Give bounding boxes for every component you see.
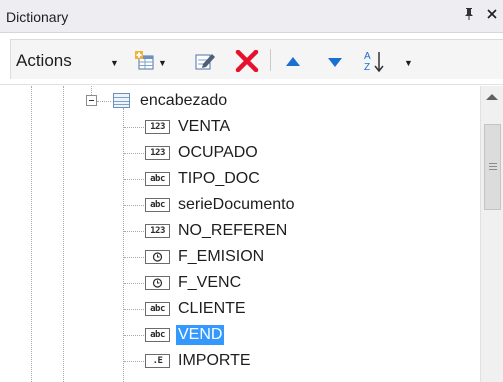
tree-guide-line xyxy=(124,179,144,180)
dictionary-panel: Dictionary Actions ▼ ▼ A Z ▼ encabezado … xyxy=(0,0,503,382)
field-label[interactable]: IMPORTE xyxy=(178,352,251,370)
number-type-icon: 123 xyxy=(145,146,170,160)
tree-node-encabezado[interactable]: encabezado xyxy=(140,92,227,110)
title-bar: Dictionary xyxy=(0,0,503,33)
tree-guide-line xyxy=(124,309,144,310)
tree-field-row[interactable]: F_VENC xyxy=(0,270,480,296)
tree-guide-line xyxy=(91,86,92,95)
tree-guide-line xyxy=(124,153,144,154)
tree-guide-line xyxy=(124,231,144,232)
actions-dropdown-icon[interactable]: ▼ xyxy=(110,58,119,68)
table-icon xyxy=(113,93,130,108)
arrow-down-icon[interactable] xyxy=(326,55,344,74)
tree-guide-line xyxy=(124,335,144,336)
tree-field-row[interactable]: abc TIPO_DOC xyxy=(0,166,480,192)
scroll-up-arrow-icon[interactable] xyxy=(486,94,498,100)
number-type-icon: 123 xyxy=(145,224,170,238)
tree-field-row[interactable]: 123 VENTA xyxy=(0,114,480,140)
tree-field-row[interactable]: F_EMISION xyxy=(0,244,480,270)
number-type-icon: 123 xyxy=(145,120,170,134)
string-type-icon: abc xyxy=(145,172,170,186)
tree-guide-line xyxy=(124,205,144,206)
field-label[interactable]: serieDocumento xyxy=(178,196,295,214)
string-type-icon: abc xyxy=(145,328,170,342)
vertical-scrollbar[interactable] xyxy=(480,86,503,382)
expression-type-icon: .E xyxy=(145,354,170,368)
field-label[interactable]: OCUPADO xyxy=(178,144,258,162)
tree-field-row[interactable]: .E IMPORTE xyxy=(0,348,480,374)
collapse-toggle[interactable] xyxy=(86,95,97,106)
field-label[interactable]: VENTA xyxy=(178,118,230,136)
toolbar: Actions ▼ ▼ A Z ▼ xyxy=(0,33,503,85)
string-type-icon: abc xyxy=(145,198,170,212)
add-table-icon[interactable] xyxy=(134,50,156,77)
tree-guide-line xyxy=(97,101,111,102)
pencil-icon[interactable] xyxy=(195,51,217,76)
tree-field-row[interactable]: abc serieDocumento xyxy=(0,192,480,218)
tree-field-row[interactable]: 123 OCUPADO xyxy=(0,140,480,166)
tree-field-row[interactable]: abc CLIENTE xyxy=(0,296,480,322)
field-label[interactable]: TIPO_DOC xyxy=(178,170,260,188)
sort-az-icon[interactable]: A Z xyxy=(362,48,388,79)
dictionary-tree[interactable]: encabezado 123 VENTA 123 OCUPADO abc TIP… xyxy=(0,86,480,382)
clock-icon xyxy=(145,250,170,264)
field-label[interactable]: NO_REFEREN xyxy=(178,222,287,240)
tree-guide-line xyxy=(124,361,144,362)
field-label[interactable]: F_EMISION xyxy=(178,248,264,266)
string-type-icon: abc xyxy=(145,302,170,316)
svg-text:Z: Z xyxy=(364,62,370,73)
tree-guide-line xyxy=(124,127,144,128)
actions-menu-button[interactable]: Actions xyxy=(16,51,72,71)
close-icon[interactable] xyxy=(484,7,500,25)
pin-icon[interactable] xyxy=(461,7,477,25)
tree-field-row-selected[interactable]: abc VEND xyxy=(0,322,480,348)
field-label-selected[interactable]: VEND xyxy=(176,325,225,345)
arrow-up-icon[interactable] xyxy=(284,55,302,74)
field-label[interactable]: F_VENC xyxy=(178,274,241,292)
red-x-icon[interactable] xyxy=(235,49,259,77)
clock-icon xyxy=(145,276,170,290)
tree-guide-line xyxy=(124,283,144,284)
sort-dropdown-icon[interactable]: ▼ xyxy=(404,58,413,68)
new-item-dropdown-icon[interactable]: ▼ xyxy=(158,58,167,68)
tree-field-row[interactable]: 123 NO_REFEREN xyxy=(0,218,480,244)
field-label[interactable]: CLIENTE xyxy=(178,300,246,318)
svg-text:A: A xyxy=(364,51,371,62)
toolbar-separator xyxy=(270,49,271,71)
panel-title: Dictionary xyxy=(6,9,69,25)
tree-guide-line xyxy=(124,257,144,258)
scrollbar-thumb[interactable] xyxy=(484,124,501,210)
